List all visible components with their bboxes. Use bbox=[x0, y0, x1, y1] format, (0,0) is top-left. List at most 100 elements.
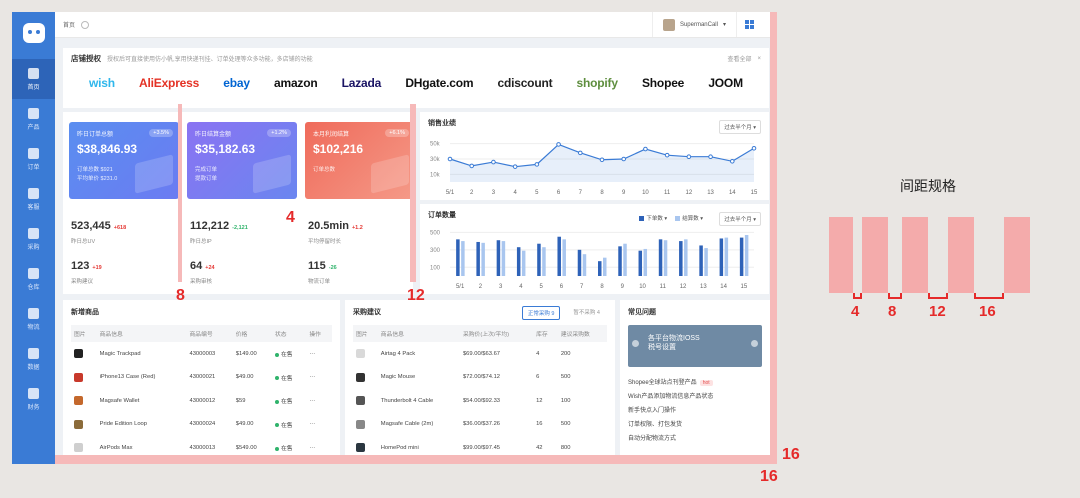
brand-logo[interactable]: amazon bbox=[274, 76, 318, 90]
cell-text: 4 bbox=[536, 350, 540, 357]
brand-logo[interactable]: cdiscount bbox=[498, 76, 553, 90]
chevron-down-icon: ▾ bbox=[722, 22, 726, 28]
table-row[interactable]: Airtag 4 Pack $69.00/$63.67 4 200 bbox=[353, 342, 607, 366]
status-dot bbox=[274, 446, 279, 451]
sales-chart-card: 销售业绩 过去半个月 ▾ 50k 30k 10k 5/1 2 3 4 5 6 7 8 9 10 11 12 1… bbox=[420, 112, 769, 200]
user-menu[interactable]: SupermanCall ▾ bbox=[651, 12, 736, 37]
table-cell: iPhone13 Case (Red) bbox=[97, 366, 187, 390]
more-actions-button[interactable]: ··· bbox=[309, 445, 315, 451]
more-actions-button[interactable]: ··· bbox=[309, 351, 315, 357]
cell-text: 43000012 bbox=[189, 397, 216, 404]
stat-label: 采购建议 bbox=[71, 279, 94, 285]
gap-mark-8 bbox=[888, 293, 902, 299]
table-row[interactable]: iPhone13 Case (Red) 43000021 $49.00 在售 ··· bbox=[71, 366, 332, 390]
data-point bbox=[534, 162, 540, 167]
brand-logo[interactable]: AliExpress bbox=[139, 76, 199, 90]
table-cell: 43000024 bbox=[186, 413, 232, 437]
table-row[interactable]: Magic Trackpad 43000003 $149.00 在售 ··· bbox=[71, 342, 332, 366]
sidebar-item[interactable]: 订单 bbox=[12, 139, 55, 179]
faq-banner[interactable]: 各平台物流IOSS 税号设置 bbox=[628, 325, 762, 367]
sidebar-item[interactable]: 客服 bbox=[12, 179, 55, 219]
chevron-left-icon[interactable] bbox=[632, 340, 639, 347]
bar-settled bbox=[623, 243, 627, 276]
sidebar-item[interactable]: 财务 bbox=[12, 379, 55, 419]
data-point bbox=[556, 142, 561, 147]
stat-label: 平均停留时长 bbox=[308, 239, 342, 245]
bar-settled bbox=[744, 234, 749, 276]
sidebar-item[interactable]: 物流 bbox=[12, 299, 55, 339]
y-tick-label: 300 bbox=[430, 248, 441, 254]
sidebar-item[interactable]: 首页 bbox=[12, 59, 55, 99]
sidebar-item[interactable]: 产品 bbox=[12, 99, 55, 139]
spacing-overlay-right bbox=[770, 12, 777, 464]
kpi-card[interactable]: 本月利润结算 $102,216 +6.1% 订单总数 bbox=[305, 122, 415, 199]
table-row[interactable]: Magsafe Cable (2m) $36.00/$37.26 16 500 bbox=[353, 413, 607, 437]
close-icon[interactable]: × bbox=[757, 56, 761, 62]
faq-item[interactable]: Shopee全球站点刊登产品 hot bbox=[628, 377, 762, 391]
sidebar-item[interactable]: 数据 bbox=[12, 339, 55, 379]
faq-item[interactable]: 自动分配物流方式 bbox=[628, 433, 762, 447]
brand-logo[interactable]: DHgate.com bbox=[405, 76, 473, 90]
brand-logo[interactable]: Lazada bbox=[342, 76, 382, 90]
sidebar-item-label: 采购 bbox=[27, 244, 40, 251]
table-cell: 在售 bbox=[272, 342, 306, 366]
sidebar-item[interactable]: 仓库 bbox=[12, 259, 55, 299]
bar-orders bbox=[658, 239, 663, 276]
brand-logo[interactable]: JOOM bbox=[708, 76, 743, 90]
chevron-right-icon[interactable] bbox=[751, 340, 758, 347]
faq-item-text: 自动分配物流方式 bbox=[628, 436, 677, 442]
legend-orders[interactable]: 下单数 ▾ bbox=[639, 214, 667, 222]
faq-item[interactable]: Wish产品添加物流信息产品状态 bbox=[628, 391, 762, 405]
kpi-card[interactable]: 昨日结算金额 $35,182.63 +1.2% 完成订单 提款订单 bbox=[187, 122, 297, 199]
faq-item[interactable]: 订单权限、打包发货 bbox=[628, 419, 762, 433]
x-tick-label: 9 bbox=[622, 190, 626, 196]
faq-item-text: 新手快点入门操作 bbox=[628, 408, 677, 414]
tab-pause-purchase[interactable]: 暂不采购 4 bbox=[568, 306, 605, 320]
kpi-value: $102,216 bbox=[313, 142, 364, 156]
legend-settled[interactable]: 结算数 ▾ bbox=[675, 214, 703, 222]
tab-normal-purchase[interactable]: 正常采购 9 bbox=[521, 306, 561, 320]
product-thumbnail bbox=[74, 396, 83, 406]
sidebar-item[interactable]: 采购 bbox=[12, 219, 55, 259]
brand-logo[interactable]: wish bbox=[89, 76, 115, 90]
nav-icon bbox=[28, 227, 39, 239]
table-row[interactable]: Thunderbolt 4 Cable $54.00/$92.33 12 100 bbox=[353, 389, 607, 413]
column-header: 商品编号 bbox=[186, 325, 233, 342]
spec-block bbox=[1004, 217, 1030, 293]
brand-logo[interactable]: Shopee bbox=[642, 76, 684, 90]
apps-grid-icon[interactable] bbox=[736, 12, 762, 37]
table-cell: 6 bbox=[533, 366, 558, 390]
stat-delta: +618 bbox=[113, 225, 127, 231]
bar-settled bbox=[562, 239, 566, 276]
more-actions-button[interactable]: ··· bbox=[309, 398, 315, 404]
breadcrumb[interactable]: 首页 bbox=[63, 20, 75, 29]
data-point bbox=[599, 157, 605, 163]
thumb-cell bbox=[71, 342, 97, 366]
more-actions-button[interactable]: ··· bbox=[309, 374, 315, 380]
brand-logo[interactable]: ebay bbox=[223, 76, 250, 90]
gap-label-4: 4 bbox=[851, 303, 860, 320]
bar-settled bbox=[582, 254, 587, 276]
status-dot bbox=[274, 376, 279, 381]
x-tick-label: 5/1 bbox=[456, 284, 465, 290]
view-all-link[interactable]: 查看全部 bbox=[727, 54, 751, 63]
kpi-card[interactable]: 昨日订单总额 $38,846.93 +3.5% 订单总数 $921 平均单价 $231.… bbox=[69, 122, 179, 199]
table-row[interactable]: Magic Mouse $72.00/$74.12 6 500 bbox=[353, 366, 607, 390]
help-icon[interactable] bbox=[81, 20, 90, 29]
faq-item[interactable]: 新手快点入门操作 bbox=[628, 405, 762, 419]
status-dot bbox=[274, 399, 279, 404]
y-tick-label: 50k bbox=[430, 142, 441, 148]
table-cell: $54.00/$92.33 bbox=[460, 389, 533, 413]
table-row[interactable]: Magsafe Wallet 43000012 $59 在售 ··· bbox=[71, 389, 332, 413]
more-actions-button[interactable]: ··· bbox=[309, 421, 315, 427]
gap-mark-12 bbox=[928, 293, 948, 299]
dashboard-app: 首页 产品 订单 客服 采购 仓库 物流 数据 财务 首页 SupermanCall ▾ 店铺授… bbox=[12, 12, 770, 464]
cell-text: 42 bbox=[536, 444, 543, 451]
product-thumbnail bbox=[74, 372, 83, 382]
brand-logo[interactable]: shopify bbox=[577, 76, 618, 90]
column-header: 采购价(上次/平均) bbox=[459, 325, 534, 342]
table-row[interactable]: Pride Edition Loop 43000024 $49.00 在售 ··· bbox=[71, 413, 332, 437]
kpi-value: $38,846.93 bbox=[77, 142, 138, 156]
sidebar-item-label: 产品 bbox=[27, 124, 40, 131]
x-tick-label: 7 bbox=[579, 190, 583, 196]
